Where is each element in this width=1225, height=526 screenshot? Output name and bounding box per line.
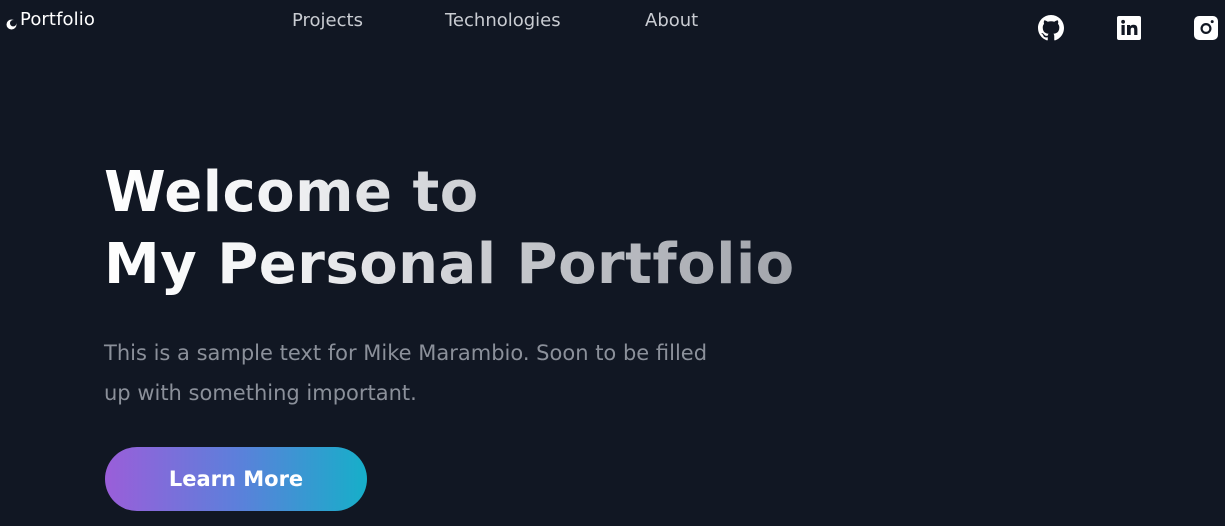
hero-title: Welcome to My Personal Portfolio: [104, 157, 824, 301]
instagram-icon: [1194, 16, 1218, 40]
linkedin-icon: [1117, 16, 1141, 40]
linkedin-link[interactable]: [1116, 15, 1142, 41]
brand-label: Portfolio: [20, 9, 95, 30]
nav-link-projects[interactable]: Projects: [292, 10, 363, 31]
hero-subtitle-line-1: This is a sample text for Mike Marambio.…: [104, 341, 708, 365]
learn-more-button[interactable]: Learn More: [105, 447, 367, 511]
nav-link-technologies[interactable]: Technologies: [445, 10, 561, 31]
github-link[interactable]: [1038, 15, 1064, 41]
github-icon: [1038, 15, 1064, 41]
page: Portfolio Projects Technologies About We…: [0, 0, 1225, 526]
navbar: Portfolio Projects Technologies About: [0, 0, 1225, 50]
crescent-logo-icon: [6, 14, 17, 30]
hero-title-line-1: Welcome to: [104, 160, 479, 225]
hero-title-line-2: My Personal Portfolio: [104, 232, 795, 297]
hero-subtitle: This is a sample text for Mike Marambio.…: [104, 333, 784, 413]
brand-link[interactable]: Portfolio: [6, 9, 95, 30]
nav-link-about[interactable]: About: [645, 10, 698, 31]
instagram-link[interactable]: [1193, 15, 1219, 41]
hero-subtitle-line-2: up with something important.: [104, 381, 417, 405]
